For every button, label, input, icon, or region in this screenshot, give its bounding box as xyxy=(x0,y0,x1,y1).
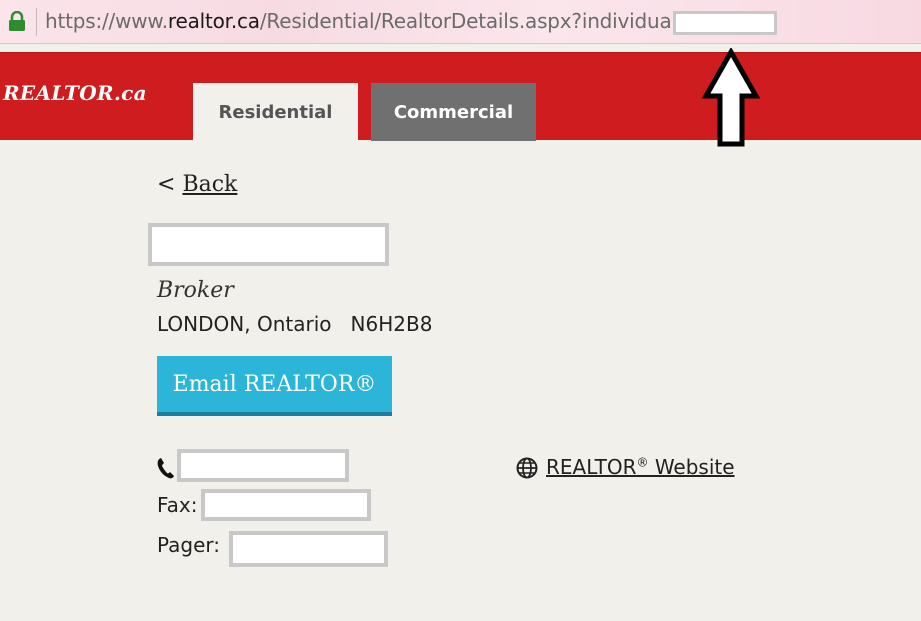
realtor-location: LONDON, Ontario N6H2B8 xyxy=(157,312,433,336)
realtor-role: Broker xyxy=(157,278,234,303)
globe-icon xyxy=(516,457,538,479)
lock-icon xyxy=(9,11,25,31)
tab-commercial[interactable]: Commercial xyxy=(371,83,536,141)
realtor-website-link[interactable]: REALTOR® Website xyxy=(546,455,735,479)
fax-label: Fax: xyxy=(157,493,198,517)
redacted-phone xyxy=(177,449,349,482)
email-realtor-button[interactable]: Email REALTOR® xyxy=(157,356,392,416)
site-header: REALTOR.ca Residential Commercial xyxy=(0,52,921,141)
redacted-realtor-name xyxy=(148,223,389,266)
phone-icon xyxy=(157,458,174,479)
site-logo[interactable]: REALTOR.ca xyxy=(3,81,147,105)
redacted-pager xyxy=(229,531,388,567)
back-link-label[interactable]: Back xyxy=(182,172,237,197)
address-separator xyxy=(36,8,37,36)
redacted-fax xyxy=(201,489,371,521)
address-bar[interactable]: https://www.realtor.ca/Residential/Realt… xyxy=(0,0,921,44)
redacted-individual-id xyxy=(673,11,777,35)
pager-label: Pager: xyxy=(157,533,221,557)
tab-residential[interactable]: Residential xyxy=(193,83,358,141)
url-text[interactable]: https://www.realtor.ca/Residential/Realt… xyxy=(45,9,712,33)
back-link[interactable]: < Back xyxy=(157,172,237,197)
up-arrow-annotation xyxy=(702,48,760,147)
